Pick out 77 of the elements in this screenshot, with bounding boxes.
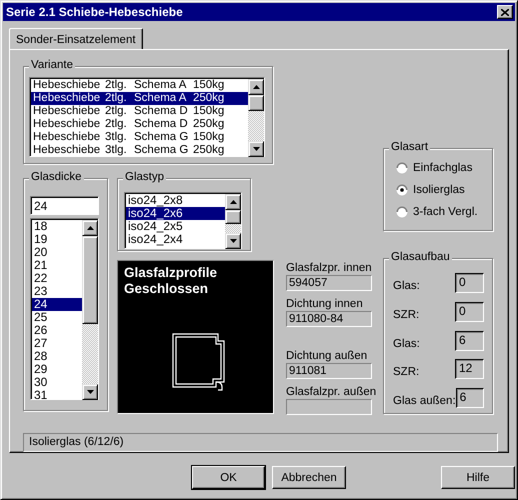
group-label: Glasdicke bbox=[29, 171, 84, 183]
group-label: Glasart bbox=[389, 141, 430, 153]
list-item[interactable]: 21 bbox=[32, 259, 82, 272]
list-item[interactable]: Hebeschiebe 3tlg. Schema G 150kg bbox=[31, 131, 248, 144]
list-item[interactable]: 28 bbox=[32, 350, 82, 363]
up-arrow-icon bbox=[230, 200, 236, 204]
list-item[interactable]: 27 bbox=[32, 337, 82, 350]
readonly-field: 6 bbox=[455, 330, 484, 351]
group-label: Glasaufbau bbox=[389, 251, 452, 263]
down-arrow-icon bbox=[230, 239, 236, 243]
scrollbar-thumb[interactable] bbox=[225, 210, 241, 224]
radio-button[interactable] bbox=[396, 184, 408, 196]
list-item[interactable]: iso24_2x6 bbox=[126, 207, 225, 220]
radio-button[interactable] bbox=[396, 206, 408, 218]
preview-title: Geschlossen bbox=[124, 281, 210, 297]
readonly-field: 0 bbox=[455, 302, 484, 322]
list-item[interactable]: 30 bbox=[32, 376, 82, 389]
close-button[interactable] bbox=[497, 5, 513, 19]
radio-option[interactable]: 3-fach Vergl. bbox=[396, 201, 492, 223]
readonly-field: 911081 bbox=[286, 363, 372, 379]
field-label: SZR: bbox=[393, 366, 420, 378]
scroll-up-button[interactable] bbox=[225, 194, 241, 210]
dialog-button[interactable]: Abbrechen bbox=[272, 466, 346, 489]
field-label: SZR: bbox=[393, 309, 420, 322]
field-label: Dichtung außen bbox=[286, 349, 368, 363]
list-item[interactable]: 18 bbox=[32, 220, 82, 233]
scroll-up-button[interactable] bbox=[248, 79, 264, 95]
readonly-field: 6 bbox=[456, 388, 484, 408]
preview-title: Glasfalzprofile bbox=[124, 265, 218, 281]
group-label: Variante bbox=[29, 59, 75, 71]
status-field: Isolierglas (6/12/6) bbox=[23, 433, 498, 452]
list-item[interactable]: Hebeschiebe 3tlg. Schema G 250kg bbox=[31, 144, 248, 156]
readonly-field: 911080-84 bbox=[286, 311, 372, 327]
radio-option[interactable]: Einfachglas bbox=[396, 157, 492, 179]
dialog-button[interactable]: OK bbox=[192, 466, 265, 489]
group-label: Glastyp bbox=[123, 171, 166, 183]
list-item[interactable]: 26 bbox=[32, 324, 82, 337]
field-label: Glas: bbox=[393, 280, 420, 292]
up-arrow-icon bbox=[252, 85, 260, 89]
tab[interactable]: Sonder-Einsatzelement bbox=[9, 28, 143, 49]
list-item[interactable]: 22 bbox=[32, 272, 82, 285]
readonly-field: 594057 bbox=[286, 275, 372, 291]
list-item[interactable]: 31 bbox=[32, 389, 82, 399]
window-title: Serie 2.1 Schiebe-Hebeschiebe bbox=[6, 5, 183, 19]
input-field[interactable]: 24 bbox=[30, 196, 99, 215]
readonly-field: 12 bbox=[455, 359, 484, 380]
field-label: Dichtung innen bbox=[286, 297, 364, 311]
readonly-field: 0 bbox=[455, 273, 484, 294]
scrollbar-thumb[interactable] bbox=[248, 95, 264, 111]
list-item[interactable]: iso24_2x8 bbox=[126, 194, 225, 207]
list-item[interactable]: 23 bbox=[32, 285, 82, 298]
up-arrow-icon bbox=[86, 226, 94, 230]
scroll-down-button[interactable] bbox=[225, 233, 241, 249]
list-item[interactable]: 20 bbox=[32, 246, 82, 259]
scroll-down-button[interactable] bbox=[248, 141, 264, 157]
down-arrow-icon bbox=[86, 390, 94, 394]
list-item[interactable]: 29 bbox=[32, 363, 82, 376]
radio-button[interactable] bbox=[396, 162, 408, 174]
radio-option[interactable]: Isolierglas bbox=[396, 179, 492, 201]
scroll-down-button[interactable] bbox=[82, 384, 98, 400]
list-item[interactable]: Hebeschiebe 2tlg. Schema A 150kg bbox=[31, 79, 248, 92]
list-item[interactable]: 25 bbox=[32, 311, 82, 324]
list-item[interactable]: iso24_2x5 bbox=[126, 220, 225, 233]
list-item[interactable]: 19 bbox=[32, 233, 82, 246]
close-icon bbox=[501, 8, 509, 16]
field-label: Glas außen: bbox=[393, 395, 456, 408]
dialog-button[interactable]: Hilfe bbox=[441, 466, 515, 489]
list-item[interactable]: iso24_2x4 bbox=[126, 233, 225, 246]
scroll-up-button[interactable] bbox=[82, 220, 98, 236]
list-item[interactable]: Hebeschiebe 2tlg. Schema D 250kg bbox=[31, 118, 248, 131]
list-item[interactable]: 24 bbox=[32, 298, 82, 311]
list-item[interactable]: Hebeschiebe 2tlg. Schema D 150kg bbox=[31, 105, 248, 118]
field-label: Glas: bbox=[393, 338, 420, 350]
scrollbar-thumb[interactable] bbox=[82, 236, 98, 324]
down-arrow-icon bbox=[252, 147, 260, 151]
field-label: Glasfalzpr. innen bbox=[286, 261, 372, 275]
list-item[interactable]: Hebeschiebe 2tlg. Schema A 250kg bbox=[31, 92, 248, 105]
